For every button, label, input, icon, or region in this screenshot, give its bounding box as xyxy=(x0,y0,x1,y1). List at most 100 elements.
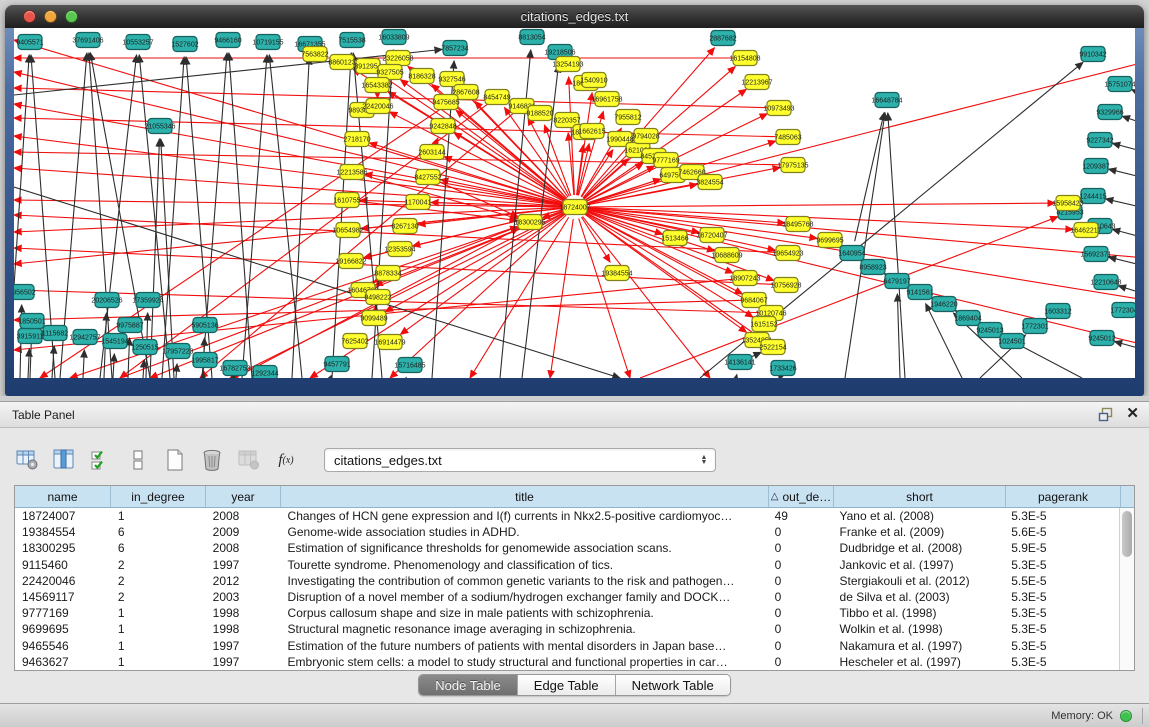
zoom-window-button[interactable] xyxy=(65,10,78,23)
graph-node[interactable]: 1209387 xyxy=(1082,159,1109,174)
column-header-pagerank[interactable]: pagerank xyxy=(1006,486,1121,507)
scrollbar-thumb[interactable] xyxy=(1122,511,1132,557)
function-builder-button[interactable]: f(x) xyxy=(273,447,299,473)
graph-node[interactable]: 20206526 xyxy=(91,293,122,308)
graph-node[interactable]: 1545194 xyxy=(101,334,128,349)
select-all-button[interactable] xyxy=(88,447,114,473)
graph-node[interactable]: 17957223 xyxy=(162,344,193,359)
memory-status-indicator[interactable] xyxy=(1120,710,1132,722)
graph-node[interactable]: 2718170 xyxy=(343,132,370,147)
graph-node[interactable]: 19654923 xyxy=(772,246,803,261)
graph-node[interactable]: 16462217 xyxy=(1070,223,1101,238)
graph-node[interactable]: 16914479 xyxy=(374,335,405,350)
table-row[interactable]: 1872400712008Changes of HCN gene express… xyxy=(15,508,1119,524)
graph-node[interactable]: 9475685 xyxy=(432,95,459,110)
graph-node[interactable]: 1527602 xyxy=(171,37,198,52)
graph-node[interactable]: 22420046 xyxy=(362,99,393,114)
graph-node[interactable]: 12213967 xyxy=(741,75,772,90)
table-options-button[interactable] xyxy=(14,447,40,473)
table-row[interactable]: 2242004622012Investigating the contribut… xyxy=(15,573,1119,589)
graph-node[interactable]: 14136141 xyxy=(724,355,755,370)
graph-node[interactable]: 1603312 xyxy=(1044,304,1071,319)
graph-node[interactable]: 7563822 xyxy=(301,47,328,62)
graph-node[interactable]: 1292344 xyxy=(251,366,278,379)
graph-node[interactable]: 9099489 xyxy=(360,311,387,326)
new-document-button[interactable] xyxy=(162,447,188,473)
graph-node[interactable]: 1869404 xyxy=(954,311,981,326)
column-header-year[interactable]: year xyxy=(206,486,281,507)
graph-node[interactable]: 13254193 xyxy=(552,57,583,72)
graph-node[interactable]: 3824554 xyxy=(696,175,723,190)
graph-node[interactable]: 8427552 xyxy=(414,170,441,185)
graph-node[interactable]: 10756928 xyxy=(770,278,801,293)
graph-node[interactable]: 18300295 xyxy=(514,215,545,230)
graph-node[interactable]: 1115682 xyxy=(42,326,68,341)
graph-node[interactable]: 1170041 xyxy=(405,195,432,210)
graph-node[interactable]: 1772301 xyxy=(1021,319,1048,334)
graph-node[interactable]: 15958423 xyxy=(1052,196,1083,211)
graph-node[interactable]: 7515538 xyxy=(338,33,365,48)
vertical-scrollbar[interactable] xyxy=(1119,508,1134,670)
column-header-title[interactable]: title xyxy=(281,486,769,507)
graph-node[interactable]: 7625402 xyxy=(341,334,368,349)
graph-node[interactable]: 37691406 xyxy=(72,33,103,48)
graph-node[interactable]: 8958923 xyxy=(859,260,886,275)
graph-node[interactable]: 16543382 xyxy=(361,78,392,93)
graph-node[interactable]: 1610755 xyxy=(333,193,360,208)
graph-node[interactable]: 8813054 xyxy=(518,30,545,45)
graph-node[interactable]: 18720407 xyxy=(696,228,727,243)
close-panel-icon[interactable]: ✕ xyxy=(1126,406,1139,422)
graph-node[interactable]: 19166822 xyxy=(335,254,366,269)
graph-node[interactable]: 17359924 xyxy=(132,293,163,308)
graph-node[interactable]: 8186328 xyxy=(408,69,435,84)
network-window-titlebar[interactable]: citations_edges.txt xyxy=(5,5,1144,28)
graph-node[interactable]: 18495768 xyxy=(782,217,813,232)
graph-node[interactable]: 5905136 xyxy=(191,318,218,333)
graph-node[interactable]: 8267130 xyxy=(391,219,418,234)
graph-node[interactable]: 7955812 xyxy=(614,110,641,125)
graph-node[interactable]: 16648784 xyxy=(871,93,902,108)
graph-node[interactable]: 12210648 xyxy=(1090,275,1121,290)
column-header-name[interactable]: name xyxy=(15,486,111,507)
graph-node[interactable]: 9777169 xyxy=(652,153,679,168)
unselect-all-button[interactable] xyxy=(125,447,151,473)
tab-network-table[interactable]: Network Table xyxy=(616,675,730,695)
graph-node[interactable]: 19384554 xyxy=(601,266,632,281)
graph-node[interactable]: 1615152 xyxy=(750,317,777,332)
graph-node[interactable]: 8454749 xyxy=(483,90,510,105)
graph-node[interactable]: 21055346 xyxy=(144,119,175,134)
table-row[interactable]: 911546021997Tourette syndrome. Phenomeno… xyxy=(15,557,1119,573)
graph-node[interactable]: 1662615 xyxy=(578,124,605,139)
tab-node-table[interactable]: Node Table xyxy=(419,675,518,695)
table-row[interactable]: 977716911998Corpus callosum shape and si… xyxy=(15,605,1119,621)
graph-node[interactable]: 9245012 xyxy=(1088,331,1115,346)
table-row[interactable]: 1830029562008Estimation of significance … xyxy=(15,540,1119,556)
graph-node[interactable]: 1640954 xyxy=(838,246,865,261)
graph-node[interactable]: 10719155 xyxy=(252,35,283,50)
table-row[interactable]: 946362711997Embryonic stem cells: a mode… xyxy=(15,654,1119,670)
graph-node[interactable]: 15751074 xyxy=(1104,77,1135,92)
column-header-in_degree[interactable]: in_degree xyxy=(111,486,206,507)
graph-node[interactable]: 1250515 xyxy=(131,340,158,355)
delete-table-button-disabled[interactable] xyxy=(236,447,262,473)
graph-node[interactable]: 17975135 xyxy=(777,158,808,173)
graph-node[interactable]: 16961758 xyxy=(591,92,622,107)
graph-node[interactable]: 9242848 xyxy=(429,119,456,134)
graph-node[interactable]: 9405571 xyxy=(16,35,43,50)
graph-node[interactable]: 12353594 xyxy=(384,242,415,257)
graph-node[interactable]: 1946220 xyxy=(930,297,957,312)
table-row[interactable]: 1456911722003Disruption of a novel membe… xyxy=(15,589,1119,605)
float-window-icon[interactable] xyxy=(1098,407,1114,422)
graph-node[interactable]: 15692371 xyxy=(1080,247,1111,262)
graph-node[interactable]: 1733426 xyxy=(769,361,796,376)
graph-node[interactable]: 2522154 xyxy=(759,340,786,355)
table-row[interactable]: 969969511998Structural magnetic resonanc… xyxy=(15,621,1119,637)
graph-node[interactable]: 23226058 xyxy=(382,51,413,66)
graph-node[interactable]: 9910342 xyxy=(1079,47,1106,62)
graph-node[interactable]: 10553257 xyxy=(122,35,153,50)
graph-node[interactable]: 1850501 xyxy=(18,314,45,329)
graph-node[interactable]: 7485063 xyxy=(774,130,801,145)
graph-node[interactable]: 8860123 xyxy=(328,55,355,70)
graph-node[interactable]: 2887682 xyxy=(709,31,736,46)
graph-node[interactable]: 9227342 xyxy=(1086,133,1113,148)
